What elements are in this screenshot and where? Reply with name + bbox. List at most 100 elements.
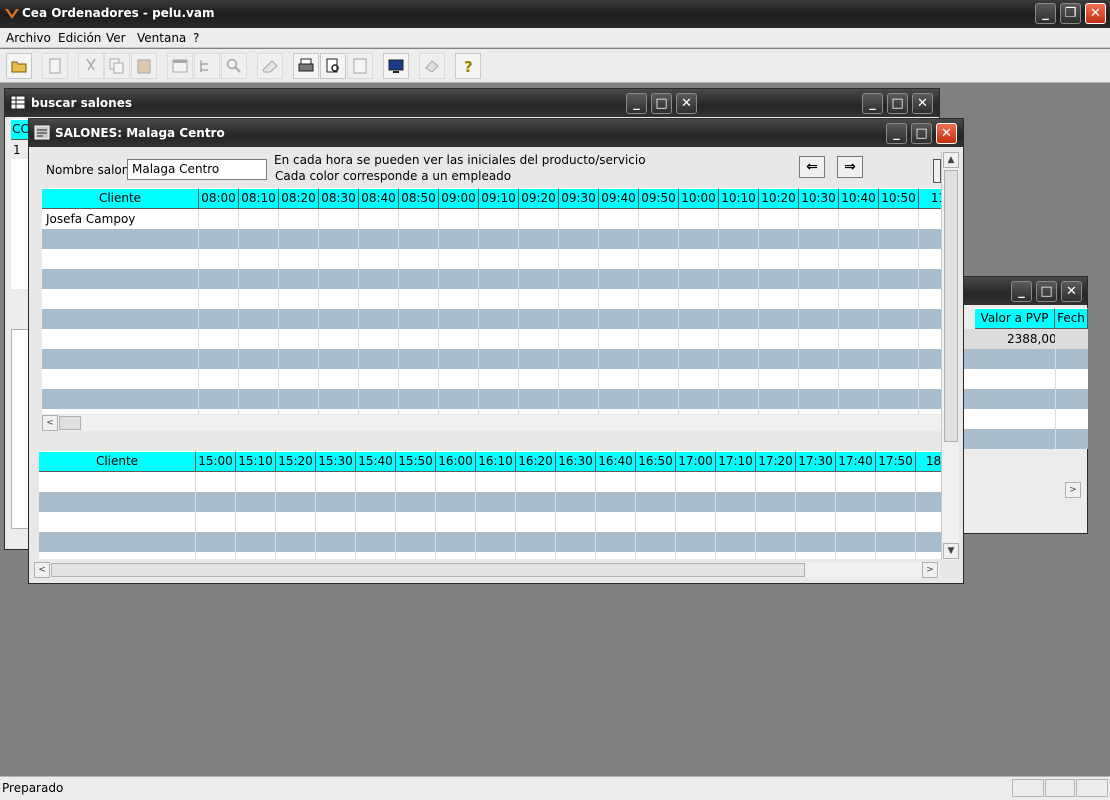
schedule-row[interactable] [39, 492, 941, 512]
time-header[interactable]: 09:30 [559, 188, 599, 209]
time-header[interactable]: 08:30 [319, 188, 359, 209]
time-header[interactable]: 16:30 [556, 451, 596, 472]
col-fecha[interactable]: Fech [1055, 308, 1088, 329]
table-row[interactable] [961, 409, 1088, 429]
table-row[interactable] [961, 349, 1088, 369]
time-header[interactable]: 09:40 [599, 188, 639, 209]
schedule-row[interactable] [42, 409, 941, 414]
time-header[interactable]: 15:50 [396, 451, 436, 472]
time-header[interactable]: 18: [916, 451, 941, 472]
time-header[interactable]: 17:00 [676, 451, 716, 472]
scroll-left-button[interactable]: < [34, 562, 50, 578]
schedule-row[interactable]: Josefa Campoy [42, 209, 941, 229]
time-header[interactable]: 08:10 [239, 188, 279, 209]
print-preview-button[interactable] [320, 53, 346, 79]
schedule-row[interactable] [42, 229, 941, 249]
buscar-minimize-button[interactable]: _ [626, 93, 647, 114]
print-button[interactable] [293, 53, 319, 79]
time-header[interactable]: 09:10 [479, 188, 519, 209]
top-scroll-left-button[interactable]: < [42, 415, 58, 431]
time-header[interactable]: 16:20 [516, 451, 556, 472]
time-header[interactable]: 08:40 [359, 188, 399, 209]
time-header[interactable]: 16:10 [476, 451, 516, 472]
scroll-right-button[interactable]: > [1065, 482, 1081, 498]
salones-minimize-button[interactable]: _ [886, 123, 907, 144]
col-valor-pvp[interactable]: Valor a PVP [975, 308, 1055, 329]
time-header[interactable]: 10:40 [839, 188, 879, 209]
schedule-row[interactable] [42, 369, 941, 389]
time-header[interactable]: 17:50 [876, 451, 916, 472]
schedule-row[interactable] [39, 472, 941, 492]
time-header[interactable]: 10:50 [879, 188, 919, 209]
bg-minimize-button[interactable]: _ [1011, 281, 1032, 302]
menu-archivo[interactable]: Archivo [6, 31, 51, 45]
time-header[interactable]: 16:00 [436, 451, 476, 472]
schedule-row[interactable] [39, 512, 941, 532]
time-header[interactable]: 17:40 [836, 451, 876, 472]
time-header[interactable]: 08:00 [199, 188, 239, 209]
time-header[interactable]: 15:20 [276, 451, 316, 472]
search-button[interactable] [221, 53, 247, 79]
monitor-button[interactable] [383, 53, 409, 79]
schedule-row[interactable] [39, 552, 941, 559]
hscroll-thumb[interactable] [51, 563, 805, 577]
copy-button[interactable] [104, 53, 130, 79]
time-header[interactable]: 15:30 [316, 451, 356, 472]
time-header[interactable]: 10:10 [719, 188, 759, 209]
time-header[interactable]: 17:30 [796, 451, 836, 472]
menu-ver[interactable]: Ver [106, 31, 126, 45]
schedule-row[interactable] [42, 269, 941, 289]
table-row[interactable] [961, 389, 1088, 409]
next-button[interactable]: ⇒ [837, 156, 863, 178]
schedule-row[interactable] [39, 532, 941, 552]
menu-help[interactable]: ? [193, 31, 199, 45]
schedule-row[interactable] [42, 349, 941, 369]
menu-ventana[interactable]: Ventana [137, 31, 186, 45]
bg-close-button[interactable]: ✕ [1061, 281, 1082, 302]
salones-maximize-button[interactable]: □ [911, 123, 932, 144]
schedule-row[interactable] [42, 329, 941, 349]
time-header[interactable]: 08:50 [399, 188, 439, 209]
extra-button[interactable] [933, 159, 941, 183]
window-button[interactable] [167, 53, 193, 79]
schedule-row[interactable] [42, 389, 941, 409]
time-header[interactable]: 11 [919, 188, 941, 209]
top-grid-cliente-header[interactable]: Cliente [42, 188, 199, 209]
top-grid-hscroll[interactable]: < [42, 415, 941, 431]
scroll-down-button[interactable]: ▼ [943, 543, 959, 559]
time-header[interactable]: 15:00 [196, 451, 236, 472]
time-header[interactable]: 16:40 [596, 451, 636, 472]
time-header[interactable]: 09:00 [439, 188, 479, 209]
buscar-close-button-2[interactable]: ✕ [912, 93, 933, 114]
page-button[interactable] [347, 53, 373, 79]
buscar-maximize-button[interactable]: □ [651, 93, 672, 114]
schedule-row[interactable] [42, 309, 941, 329]
new-button[interactable] [42, 53, 68, 79]
scroll-up-button[interactable]: ▲ [943, 152, 959, 168]
prev-button[interactable]: ⇐ [799, 156, 825, 178]
time-header[interactable]: 16:50 [636, 451, 676, 472]
help-button[interactable]: ? [455, 53, 481, 79]
buscar-maximize-button-2[interactable]: □ [887, 93, 908, 114]
eraser-button[interactable] [419, 53, 445, 79]
app-close-button[interactable]: ✕ [1085, 3, 1106, 24]
open-button[interactable] [6, 53, 32, 79]
nombre-salon-field[interactable]: Malaga Centro [127, 159, 267, 180]
bg-maximize-button[interactable]: □ [1036, 281, 1057, 302]
time-header[interactable]: 15:40 [356, 451, 396, 472]
buscar-close-button[interactable]: ✕ [676, 93, 697, 114]
time-header[interactable]: 10:00 [679, 188, 719, 209]
time-header[interactable]: 17:20 [756, 451, 796, 472]
scroll-right-button[interactable]: > [922, 562, 938, 578]
time-header[interactable]: 10:20 [759, 188, 799, 209]
time-header[interactable]: 09:20 [519, 188, 559, 209]
time-header[interactable]: 08:20 [279, 188, 319, 209]
app-minimize-button[interactable]: _ [1035, 3, 1056, 24]
horizontal-scrollbar[interactable]: < > [34, 562, 940, 578]
table-row[interactable] [961, 429, 1088, 449]
vertical-scrollbar[interactable]: ▲ ▼ [941, 152, 959, 560]
scroll-thumb[interactable] [944, 170, 958, 442]
salones-close-button[interactable]: ✕ [936, 123, 957, 144]
time-header[interactable]: 15:10 [236, 451, 276, 472]
time-header[interactable]: 17:10 [716, 451, 756, 472]
